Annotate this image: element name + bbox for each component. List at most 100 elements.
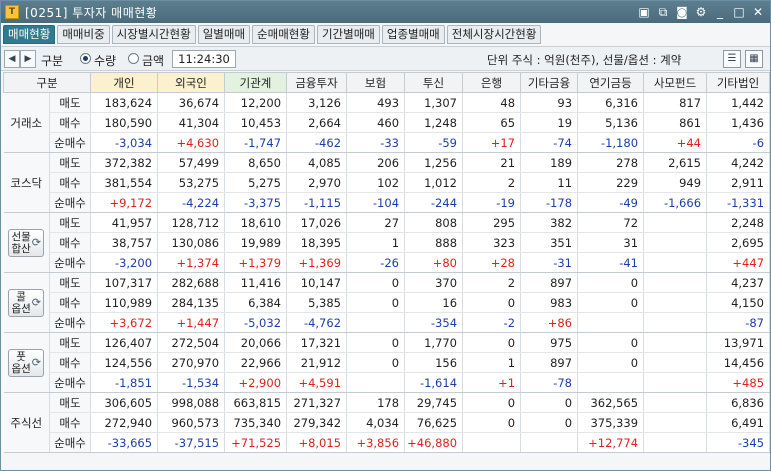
table-cell: 128,712 bbox=[157, 212, 226, 233]
column-header-9[interactable]: 연기금등 bbox=[577, 72, 645, 93]
table-cell: +1,447 bbox=[157, 312, 226, 333]
tab-2[interactable]: 시장별시간현황 bbox=[111, 25, 196, 44]
table-cell: +3,856 bbox=[346, 432, 406, 453]
table-cell bbox=[643, 372, 708, 393]
table-cell: +2,900 bbox=[224, 372, 288, 393]
table-row: 순매수 +9,172 -4,224 -3,375 -1,115 -104 -244 -19 -1… bbox=[4, 192, 771, 213]
table-cell bbox=[577, 372, 645, 393]
table-cell: 663,815 bbox=[224, 392, 288, 413]
tab-1[interactable]: 매매비중 bbox=[57, 25, 110, 44]
table-cell: 0 bbox=[577, 352, 645, 373]
table-row: 코스닥 매도 372,382 57,499 8,650 4,085 206 1,256 21 18… bbox=[3, 152, 771, 213]
table-cell: 2 bbox=[462, 172, 522, 193]
tab-0[interactable]: 매매현황 bbox=[3, 25, 56, 44]
tab-5[interactable]: 기간별매매 bbox=[316, 25, 380, 44]
table-cell: -1,666 bbox=[643, 192, 708, 213]
group-refresh-button[interactable]: 선물 합산 ⟳ bbox=[8, 228, 45, 257]
column-header-5[interactable]: 보험 bbox=[346, 72, 406, 93]
group-label[interactable]: 풋 옵션 ⟳ bbox=[3, 332, 50, 393]
minimize-icon[interactable]: _ bbox=[712, 4, 728, 20]
table-cell: -1,534 bbox=[157, 372, 226, 393]
table-cell: +1,374 bbox=[157, 252, 226, 273]
maximize-icon[interactable]: □ bbox=[731, 4, 747, 20]
table-row: 콜 옵션 ⟳ 매도 107,317 282,688 11,416 10,147 0 370 2 897… bbox=[3, 272, 771, 333]
time-field[interactable]: 11:24:30 bbox=[172, 50, 236, 68]
table-cell: +86 bbox=[520, 312, 579, 333]
tab-bar: 매매현황 매매비중 시장별시간현황 일별매매 순매매현황 기간별매매 업종별매매 전체시장시간… bbox=[3, 25, 542, 45]
table-cell: -345 bbox=[706, 432, 771, 453]
toolbar: ◀ ▶ 구분 수량 금액 11:24:30 단위 주식 : 억원(천주), 선물… bbox=[1, 46, 770, 71]
grid-icon[interactable]: ▦ bbox=[745, 50, 763, 68]
row-label: 매수 bbox=[49, 112, 92, 133]
table-row: 매수 110,989 284,135 6,384 5,385 0 16 0 983 0 4,150 bbox=[4, 292, 771, 313]
list-icon[interactable]: ☰ bbox=[723, 50, 741, 68]
close-icon[interactable]: ✕ bbox=[750, 4, 766, 20]
column-header-7[interactable]: 은행 bbox=[462, 72, 522, 93]
investor-table: 구분 개인 외국인 기관계 금융투자 보험 투신 은행 기타금융 연기금등 사모펀드 기타법인 거래소… bbox=[2, 72, 771, 453]
group-label[interactable]: 콜 옵션 ⟳ bbox=[3, 272, 50, 333]
table-cell: 0 bbox=[577, 272, 645, 293]
column-header-1[interactable]: 개인 bbox=[90, 72, 159, 93]
table-row: 순매수 -1,851 -1,534 +2,900 +4,591 -1,614 +1 -78 +4… bbox=[4, 372, 771, 393]
next-arrow-icon[interactable]: ▶ bbox=[20, 50, 36, 68]
group-label-line: 옵션 bbox=[11, 362, 31, 375]
table-cell: +17 bbox=[462, 132, 522, 153]
table-cell: +1,369 bbox=[286, 252, 348, 273]
table-cell: 19,989 bbox=[224, 232, 288, 253]
tab-6[interactable]: 업종별매매 bbox=[381, 25, 445, 44]
table-cell: 4,242 bbox=[706, 152, 771, 173]
group-label[interactable]: 선물 합산 ⟳ bbox=[3, 212, 50, 273]
table-row: 매수 381,554 53,275 5,275 2,970 102 1,012 2 11 229 9… bbox=[4, 172, 771, 193]
gear-icon[interactable]: ⚙ bbox=[693, 4, 709, 20]
column-header-10[interactable]: 사모펀드 bbox=[643, 72, 708, 93]
table-cell: 351 bbox=[520, 232, 579, 253]
table-cell: 382 bbox=[520, 212, 579, 233]
column-header-6[interactable]: 투신 bbox=[404, 72, 464, 93]
table-cell bbox=[643, 212, 708, 233]
table-cell: -3,034 bbox=[90, 132, 159, 153]
tab-3[interactable]: 일별매매 bbox=[197, 25, 251, 44]
group-refresh-button[interactable]: 풋 옵션 ⟳ bbox=[8, 348, 45, 377]
table-cell: -1,331 bbox=[706, 192, 771, 213]
column-header-8[interactable]: 기타금융 bbox=[520, 72, 579, 93]
camera-icon[interactable]: ◙ bbox=[674, 4, 690, 20]
row-label: 매도 bbox=[49, 332, 92, 353]
table-cell: 949 bbox=[643, 172, 708, 193]
row-label: 순매수 bbox=[49, 132, 92, 153]
table-cell: -74 bbox=[520, 132, 579, 153]
amount-label[interactable]: 금액 bbox=[142, 52, 164, 69]
table-cell: 0 bbox=[346, 332, 406, 353]
table-cell: 0 bbox=[462, 412, 522, 433]
table-cell: 57,499 bbox=[157, 152, 226, 173]
tab-7[interactable]: 전체시장시간현황 bbox=[446, 25, 542, 44]
app-icon: T bbox=[5, 5, 19, 19]
column-header-0[interactable]: 구분 bbox=[2, 72, 92, 93]
table-cell: 817 bbox=[643, 92, 708, 113]
table-cell: 180,590 bbox=[90, 112, 159, 133]
table-cell: 2,248 bbox=[706, 212, 771, 233]
table-cell: 183,624 bbox=[90, 92, 159, 113]
window-icon[interactable]: ▣ bbox=[636, 4, 652, 20]
group-refresh-button[interactable]: 콜 옵션 ⟳ bbox=[8, 288, 45, 317]
column-header-3[interactable]: 기관계 bbox=[224, 72, 288, 93]
column-header-11[interactable]: 기타법인 bbox=[706, 72, 771, 93]
column-header-2[interactable]: 외국인 bbox=[157, 72, 226, 93]
tab-4[interactable]: 순매매현황 bbox=[252, 25, 315, 44]
table-cell: 2,911 bbox=[706, 172, 771, 193]
prev-arrow-icon[interactable]: ◀ bbox=[4, 50, 20, 68]
table-cell bbox=[643, 412, 708, 433]
table-cell bbox=[643, 232, 708, 253]
type-label: 구분 bbox=[41, 54, 64, 68]
qty-label[interactable]: 수량 bbox=[94, 52, 116, 69]
amount-radio[interactable] bbox=[128, 53, 139, 64]
column-header-4[interactable]: 금융투자 bbox=[286, 72, 348, 93]
table-cell: +1 bbox=[462, 372, 522, 393]
row-label: 매수 bbox=[49, 292, 92, 313]
table-row: 풋 옵션 ⟳ 매도 126,407 272,504 20,066 17,321 0 1,770 0 9… bbox=[3, 332, 771, 393]
table-cell: 4,150 bbox=[706, 292, 771, 313]
table-cell: 0 bbox=[346, 292, 406, 313]
table-cell: 27 bbox=[346, 212, 406, 233]
table-cell: 18,610 bbox=[224, 212, 288, 233]
copy-icon[interactable]: ⧉ bbox=[655, 4, 671, 20]
qty-radio[interactable] bbox=[80, 53, 91, 64]
